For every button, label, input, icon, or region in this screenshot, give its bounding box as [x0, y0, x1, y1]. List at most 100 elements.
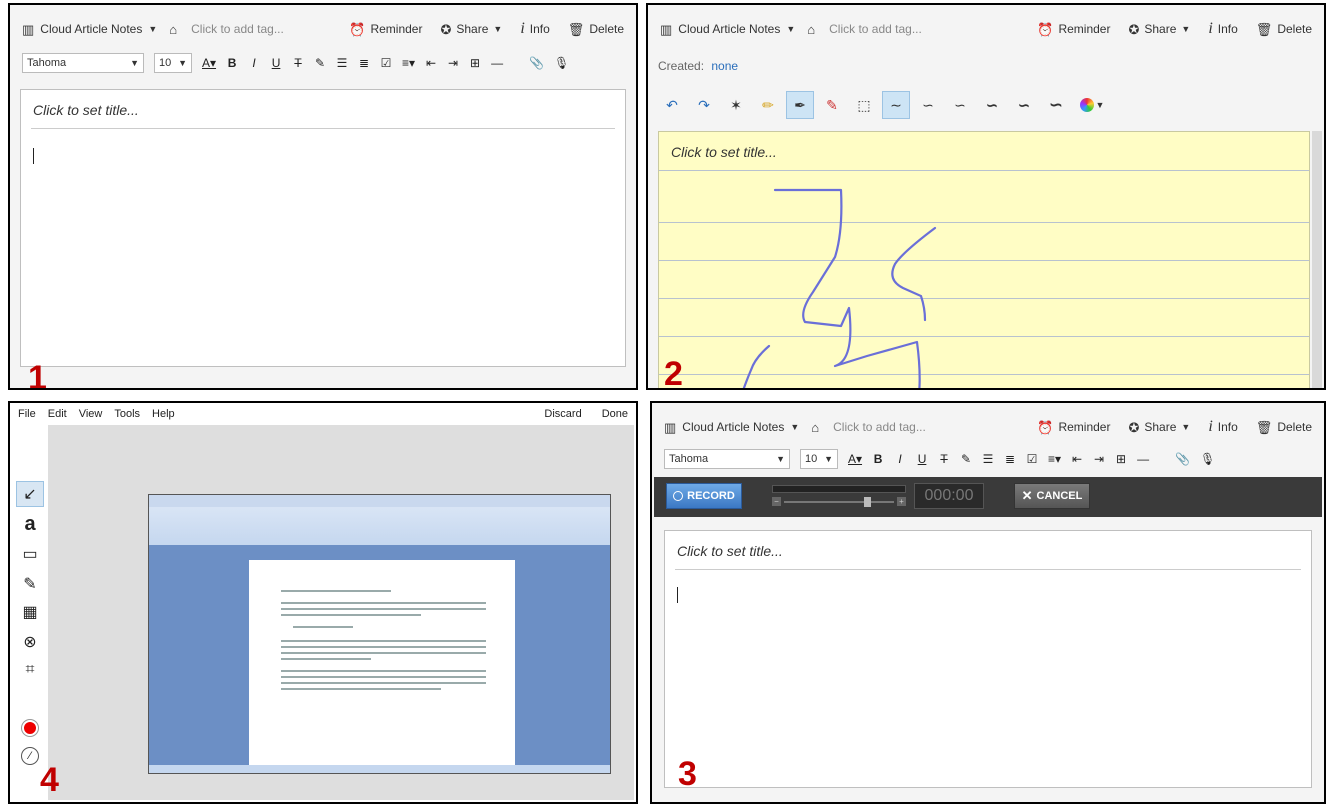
attach-icon[interactable]: 📎 — [1175, 452, 1190, 466]
font-color-button[interactable]: A▾ — [202, 56, 216, 70]
menu-edit[interactable]: Edit — [48, 408, 67, 420]
italic-button[interactable]: I — [894, 452, 906, 466]
indent-icon[interactable]: ⇥ — [447, 56, 459, 70]
created-value[interactable]: none — [711, 59, 738, 73]
indent-icon[interactable]: ⇥ — [1093, 452, 1105, 466]
menu-view[interactable]: View — [79, 408, 103, 420]
share-button[interactable]: ✪ Share ▼ — [1128, 22, 1190, 36]
attach-icon[interactable]: 📎 — [529, 56, 544, 70]
font-color-button[interactable]: A▾ — [848, 452, 862, 466]
size-select[interactable]: 10 ▼ — [154, 53, 192, 73]
bullet-list-icon[interactable]: ☰ — [336, 56, 348, 70]
ink-canvas[interactable]: Click to set title... — [658, 131, 1310, 388]
selection-icon[interactable]: ⬚ — [850, 91, 878, 119]
eraser-tool-icon[interactable]: ⊗ — [16, 629, 44, 655]
cancel-button[interactable]: ✕ CANCEL — [1014, 483, 1090, 509]
pen-icon[interactable]: ✒ — [786, 91, 814, 119]
title-input[interactable]: Click to set title... — [33, 102, 139, 118]
pencil-icon[interactable]: ✏ — [754, 91, 782, 119]
delete-button[interactable]: 🗑 Delete — [568, 22, 624, 36]
menu-help[interactable]: Help — [152, 408, 175, 420]
stroke-4-icon[interactable]: ∽ — [1010, 91, 1038, 119]
microphone-icon[interactable]: 🎙 — [1200, 452, 1215, 466]
text-tool-icon[interactable]: a — [16, 511, 44, 537]
note-editor[interactable]: Click to set title... — [20, 89, 626, 367]
table-icon[interactable]: ⊞ — [469, 56, 481, 70]
volume-slider-handle[interactable] — [864, 497, 871, 507]
info-button[interactable]: i Info — [520, 21, 549, 37]
rectangle-tool-icon[interactable]: ▭ — [16, 541, 44, 567]
checkbox-icon[interactable]: ☑ — [1026, 452, 1038, 466]
stroke-1-icon[interactable]: ∽ — [914, 91, 942, 119]
chevron-down-icon[interactable]: ▼ — [148, 24, 157, 34]
marker-icon[interactable]: ✎ — [818, 91, 846, 119]
stroke-5-icon[interactable]: ∽ — [1042, 91, 1070, 119]
share-button[interactable]: ✪ Share ▼ — [440, 22, 502, 36]
discard-button[interactable]: Discard — [544, 408, 581, 420]
crop-tool-icon[interactable]: ⌗ — [16, 657, 44, 683]
checkbox-icon[interactable]: ☑ — [380, 56, 392, 70]
volume-up-icon[interactable]: + — [897, 497, 906, 506]
tag-input[interactable]: Click to add tag... — [829, 22, 922, 36]
horizontal-rule-icon[interactable]: — — [1137, 452, 1149, 466]
share-button[interactable]: ✪ Share ▼ — [1128, 420, 1190, 434]
arrow-tool-icon[interactable]: ↙ — [16, 481, 44, 507]
strikethrough-button[interactable]: T — [292, 56, 304, 70]
underline-button[interactable]: U — [270, 56, 282, 70]
done-button[interactable]: Done — [602, 408, 628, 420]
menu-file[interactable]: File — [18, 408, 36, 420]
delete-button[interactable]: 🗑 Delete — [1256, 420, 1312, 434]
notebook-selector[interactable]: Cloud Article Notes — [678, 22, 780, 36]
reminder-button[interactable]: ⏰ Reminder — [1037, 22, 1110, 36]
delete-button[interactable]: 🗑 Delete — [1256, 22, 1312, 36]
table-icon[interactable]: ⊞ — [1115, 452, 1127, 466]
bold-button[interactable]: B — [872, 452, 884, 466]
size-select[interactable]: 10 ▼ — [800, 449, 838, 469]
bold-button[interactable]: B — [226, 56, 238, 70]
underline-button[interactable]: U — [916, 452, 928, 466]
stroke-2-icon[interactable]: ∽ — [946, 91, 974, 119]
highlighter-icon[interactable]: ✎ — [314, 56, 326, 70]
tag-input[interactable]: Click to add tag... — [191, 22, 284, 36]
microphone-icon[interactable]: 🎙 — [554, 56, 569, 70]
stroke-thin-icon[interactable]: ∼ — [882, 91, 910, 119]
info-button[interactable]: i Info — [1208, 21, 1237, 37]
bullet-list-icon[interactable]: ☰ — [982, 452, 994, 466]
title-input[interactable]: Click to set title... — [677, 543, 783, 559]
volume-down-icon[interactable]: − — [772, 497, 781, 506]
tag-input[interactable]: Click to add tag... — [833, 420, 926, 434]
outdent-icon[interactable]: ⇤ — [1071, 452, 1083, 466]
record-button[interactable]: RECORD — [666, 483, 742, 509]
chevron-down-icon[interactable]: ▼ — [790, 422, 799, 432]
info-button[interactable]: i Info — [1208, 419, 1237, 435]
undo-icon[interactable]: ↶ — [658, 91, 686, 119]
pen-tool-icon[interactable]: ✎ — [16, 571, 44, 597]
align-icon[interactable]: ≡▾ — [1048, 452, 1061, 466]
font-select[interactable]: Tahoma ▼ — [664, 449, 790, 469]
chevron-down-icon[interactable]: ▼ — [786, 24, 795, 34]
color-picker-icon[interactable]: ▼ — [1074, 91, 1110, 119]
align-icon[interactable]: ≡▾ — [402, 56, 415, 70]
stroke-3-icon[interactable]: ∽ — [978, 91, 1006, 119]
highlighter-icon[interactable]: ✎ — [960, 452, 972, 466]
outdent-icon[interactable]: ⇤ — [425, 56, 437, 70]
italic-button[interactable]: I — [248, 56, 260, 70]
screenshot-canvas[interactable] — [48, 425, 634, 800]
reminder-button[interactable]: ⏰ Reminder — [1037, 420, 1110, 434]
menu-tools[interactable]: Tools — [114, 408, 140, 420]
star-icon[interactable]: ✶ — [722, 91, 750, 119]
notebook-selector[interactable]: Cloud Article Notes — [40, 22, 142, 36]
strikethrough-button[interactable]: T — [938, 452, 950, 466]
note-editor[interactable]: Click to set title... — [664, 530, 1312, 788]
font-select[interactable]: Tahoma ▼ — [22, 53, 144, 73]
horizontal-rule-icon[interactable]: — — [491, 56, 503, 70]
numbered-list-icon[interactable]: ≣ — [358, 56, 370, 70]
volume-control[interactable]: − + — [772, 483, 906, 509]
color-swatch-icon[interactable] — [16, 715, 44, 741]
scrollbar[interactable] — [1312, 131, 1322, 388]
numbered-list-icon[interactable]: ≣ — [1004, 452, 1016, 466]
notebook-selector[interactable]: Cloud Article Notes — [682, 420, 784, 434]
reminder-button[interactable]: ⏰ Reminder — [349, 22, 422, 36]
pixelate-tool-icon[interactable]: ▦ — [16, 599, 44, 625]
redo-icon[interactable]: ↷ — [690, 91, 718, 119]
